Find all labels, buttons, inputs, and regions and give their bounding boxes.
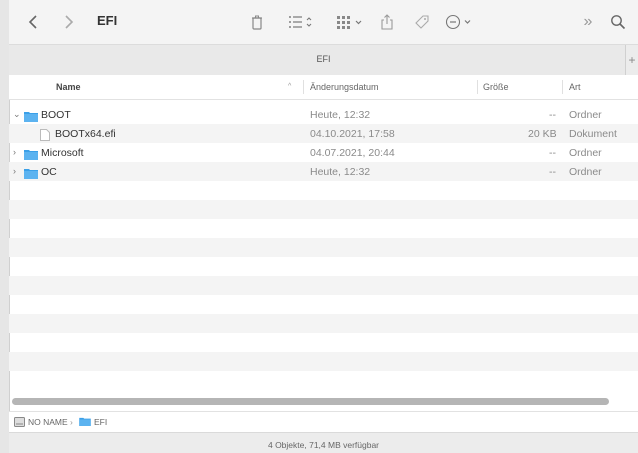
window-title: EFI	[97, 13, 118, 28]
empty-row	[9, 314, 638, 333]
more-icon[interactable]	[445, 11, 475, 33]
file-size: --	[549, 147, 556, 159]
empty-row	[9, 352, 638, 371]
path-separator: ›	[70, 417, 73, 427]
file-size: --	[549, 109, 556, 121]
file-name: Microsoft	[41, 147, 84, 159]
chevron-right-icon[interactable]	[61, 11, 77, 33]
tab-efi[interactable]: EFI	[9, 54, 638, 64]
column-separator	[477, 80, 478, 94]
column-separator	[562, 80, 563, 94]
file-name: BOOTx64.efi	[55, 128, 116, 140]
trash-icon[interactable]	[249, 11, 265, 33]
file-kind: Dokument	[569, 128, 617, 140]
overflow-icon[interactable]: »	[580, 11, 596, 33]
table-row[interactable]: ⌄ BOOT Heute, 12:32 -- Ordner	[9, 105, 638, 124]
table-row[interactable]: BOOTx64.efi 04.10.2021, 17:58 20 KB Doku…	[9, 124, 638, 143]
file-kind: Ordner	[569, 147, 602, 159]
path-folder[interactable]: EFI	[94, 417, 107, 427]
chevron-right-icon[interactable]: ›	[13, 166, 16, 176]
drive-icon	[14, 417, 25, 429]
empty-row	[9, 238, 638, 257]
file-list: ⌄ BOOT Heute, 12:32 -- Ordner BOOTx64.ef…	[9, 100, 638, 395]
file-date: Heute, 12:32	[310, 109, 371, 121]
file-date: 04.07.2021, 20:44	[310, 147, 395, 159]
finder-window: EFI » EFI + Name ^ Änderungsdatum Größe …	[0, 0, 638, 453]
file-kind: Ordner	[569, 166, 602, 178]
file-size: 20 KB	[528, 128, 557, 140]
path-bar: NO NAME › EFI	[9, 411, 638, 432]
column-kind[interactable]: Art	[569, 82, 581, 92]
column-date[interactable]: Änderungsdatum	[310, 82, 379, 92]
status-text: 4 Objekte, 71,4 MB verfügbar	[267, 440, 380, 450]
status-bar: 4 Objekte, 71,4 MB verfügbar	[9, 432, 638, 453]
column-separator	[303, 80, 304, 94]
chevron-left-icon[interactable]	[25, 11, 41, 33]
grid-view-icon[interactable]	[336, 11, 364, 33]
share-icon[interactable]	[379, 11, 395, 33]
file-date: 04.10.2021, 17:58	[310, 128, 395, 140]
column-size[interactable]: Größe	[483, 82, 509, 92]
horizontal-scrollbar[interactable]	[12, 398, 609, 405]
tag-icon[interactable]	[413, 11, 431, 33]
file-size: --	[549, 166, 556, 178]
chevron-right-icon[interactable]: ›	[13, 147, 16, 157]
sort-indicator-icon: ^	[288, 83, 292, 90]
empty-row	[9, 200, 638, 219]
list-view-icon[interactable]	[288, 11, 314, 33]
file-name: OC	[41, 166, 57, 178]
table-row[interactable]: › Microsoft 04.07.2021, 20:44 -- Ordner	[9, 143, 638, 162]
folder-icon	[79, 417, 91, 428]
table-row[interactable]: › OC Heute, 12:32 -- Ordner	[9, 162, 638, 181]
column-name[interactable]: Name	[56, 82, 81, 92]
file-kind: Ordner	[569, 109, 602, 121]
file-date: Heute, 12:32	[310, 166, 371, 178]
path-volume[interactable]: NO NAME	[28, 417, 68, 427]
search-icon[interactable]	[609, 11, 627, 33]
file-name: BOOT	[41, 109, 71, 121]
empty-row	[9, 276, 638, 295]
folder-icon	[24, 166, 38, 184]
chevron-down-icon[interactable]: ⌄	[13, 109, 21, 120]
new-tab-button[interactable]: +	[625, 45, 638, 75]
column-header: Name ^ Änderungsdatum Größe Art	[9, 75, 638, 100]
tab-bar: EFI +	[9, 44, 638, 76]
toolbar: EFI »	[9, 0, 638, 44]
